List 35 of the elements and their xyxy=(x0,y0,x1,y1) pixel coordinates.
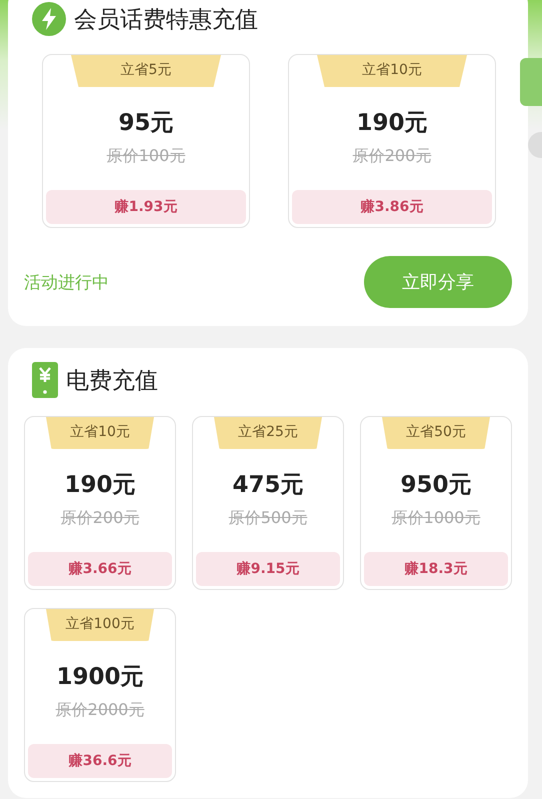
price-text: 950元 xyxy=(400,471,472,500)
earn-label: 赚36.6元 xyxy=(28,744,172,778)
product-card[interactable]: 立省10元 190元 原价200元 赚3.86元 xyxy=(288,54,496,228)
product-card[interactable]: 立省100元 1900元 原价2000元 赚36.6元 xyxy=(24,608,176,782)
savings-tag: 立省100元 xyxy=(46,609,154,641)
original-price: 原价200元 xyxy=(352,146,432,167)
earn-label: 赚1.93元 xyxy=(46,190,246,224)
earn-label: 赚18.3元 xyxy=(364,552,508,586)
price-text: 190元 xyxy=(356,109,428,138)
earn-label: 赚3.66元 xyxy=(28,552,172,586)
original-price: 原价1000元 xyxy=(392,508,480,529)
savings-tag: 立省50元 xyxy=(382,417,490,449)
original-price: 原价200元 xyxy=(60,508,140,529)
product-card[interactable]: 立省25元 475元 原价500元 赚9.15元 xyxy=(192,416,344,590)
earn-label: 赚3.86元 xyxy=(292,190,492,224)
price-text: 95元 xyxy=(118,109,174,138)
savings-tag: 立省25元 xyxy=(214,417,322,449)
savings-tag: 立省5元 xyxy=(71,55,221,87)
side-tab[interactable] xyxy=(520,58,542,106)
price-text: 1900元 xyxy=(56,663,144,692)
savings-tag: 立省10元 xyxy=(46,417,154,449)
savings-tag: 立省10元 xyxy=(317,55,467,87)
yuan-phone-icon xyxy=(32,362,58,398)
earn-label: 赚9.15元 xyxy=(196,552,340,586)
price-text: 475元 xyxy=(232,471,304,500)
original-price: 原价2000元 xyxy=(56,700,144,721)
section-title: 会员话费特惠充值 xyxy=(74,6,258,34)
product-card[interactable]: 立省50元 950元 原价1000元 赚18.3元 xyxy=(360,416,512,590)
product-card[interactable]: 立省10元 190元 原价200元 赚3.66元 xyxy=(24,416,176,590)
status-text: 活动进行中 xyxy=(24,272,109,294)
section-title: 电费充值 xyxy=(66,366,158,396)
product-card[interactable]: 立省5元 95元 原价100元 赚1.93元 xyxy=(42,54,250,228)
original-price: 原价500元 xyxy=(228,508,308,529)
original-price: 原价100元 xyxy=(106,146,186,167)
price-text: 190元 xyxy=(64,471,136,500)
